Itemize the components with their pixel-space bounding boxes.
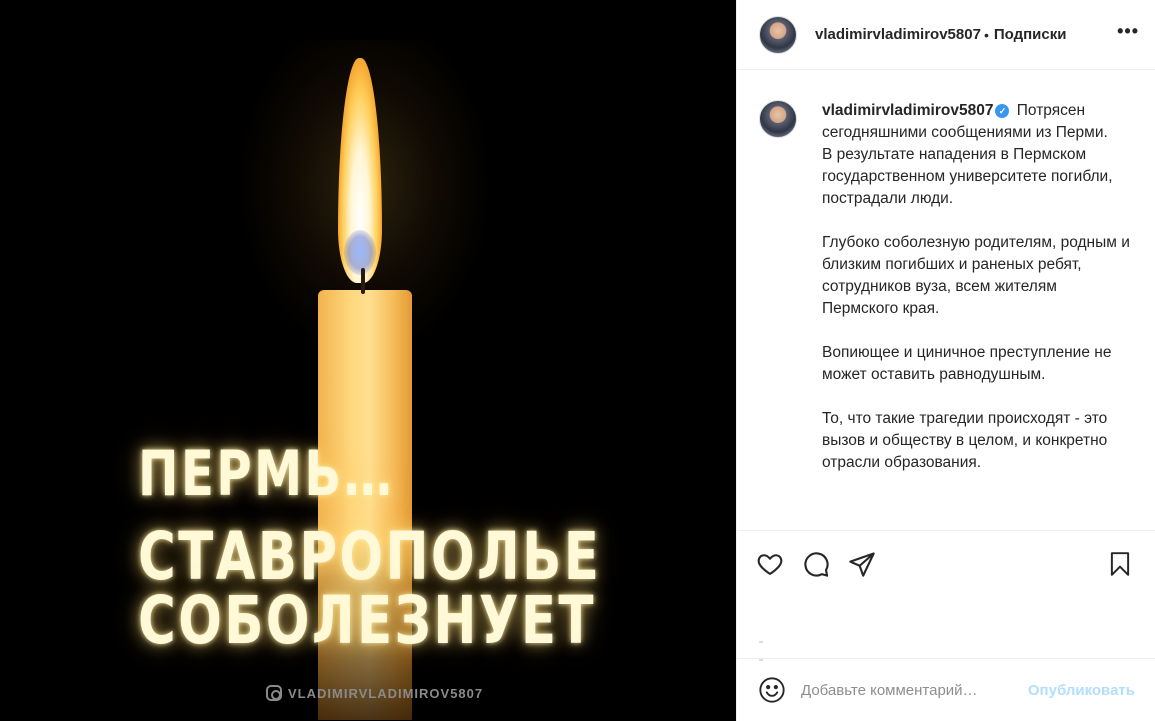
caption-avatar[interactable] [759, 100, 797, 138]
post-image[interactable]: ПЕРМЬ… СТАВРОПОЛЬЕ СОБОЛЕЗНУЕТ VLADIMIRV… [0, 0, 736, 721]
caption-paragraph-3: Глубоко соболезную родителям, родным и б… [822, 234, 1130, 317]
watermark: VLADIMIRVLADIMIROV5807 [266, 685, 483, 701]
publish-button[interactable]: Опубликовать [1028, 682, 1135, 699]
share-icon [849, 552, 875, 577]
bookmark-icon [1110, 552, 1130, 576]
caption-paragraph-5: То, что такие трагедии происходят - это … [822, 410, 1108, 471]
caption-text: vladimirvladimirov5807 ✓ Потрясен сегодня… [822, 100, 1132, 530]
candle-wick [361, 268, 365, 294]
comment-icon [804, 552, 829, 577]
instagram-post: ПЕРМЬ… СТАВРОПОЛЬЕ СОБОЛЕЗНУЕТ VLADIMIRV… [0, 0, 1155, 721]
following-button[interactable]: Подписки [994, 26, 1067, 43]
likes-area [737, 602, 1155, 661]
headline-line-2: СТАВРОПОЛЬЕ [138, 518, 602, 595]
caption-text-2: В результате нападения в Пермском госуда… [822, 146, 1113, 207]
post-sidebar: vladimirvladimirov5807 • Подписки ••• vl… [736, 0, 1155, 721]
emoji-button[interactable] [755, 673, 789, 707]
headline-line-3: СОБОЛЕЗНУЕТ [138, 582, 596, 659]
avatar[interactable] [759, 15, 797, 54]
headline-line-1: ПЕРМЬ… [138, 437, 395, 510]
verified-badge-icon: ✓ [995, 104, 1010, 118]
caption-paragraph-4: Вопиющее и циничное преступление не може… [822, 344, 1112, 383]
caption-username[interactable]: vladimirvladimirov5807 [822, 102, 993, 119]
action-bar [737, 530, 1155, 602]
save-button[interactable] [1105, 549, 1135, 579]
caption-paragraph-1: vladimirvladimirov5807 ✓ Потрясен сегодня… [822, 100, 1132, 210]
header-separator: • [983, 26, 989, 43]
like-button[interactable] [755, 549, 785, 579]
watermark-text: VLADIMIRVLADIMIROV5807 [288, 685, 484, 701]
caption-area: vladimirvladimirov5807 ✓ Потрясен сегодня… [737, 70, 1155, 530]
flame-base [344, 230, 376, 275]
likes-placeholder [759, 630, 879, 661]
share-button[interactable] [847, 549, 877, 579]
more-options-icon[interactable]: ••• [1117, 21, 1139, 48]
header-username[interactable]: vladimirvladimirov5807 [815, 26, 981, 43]
instagram-icon [266, 685, 282, 701]
comment-form: Опубликовать [737, 658, 1155, 721]
comment-button[interactable] [801, 549, 831, 579]
heart-icon [757, 554, 783, 575]
comment-input[interactable] [801, 681, 1020, 699]
post-header: vladimirvladimirov5807 • Подписки ••• [737, 0, 1155, 70]
emoji-icon [759, 677, 785, 703]
